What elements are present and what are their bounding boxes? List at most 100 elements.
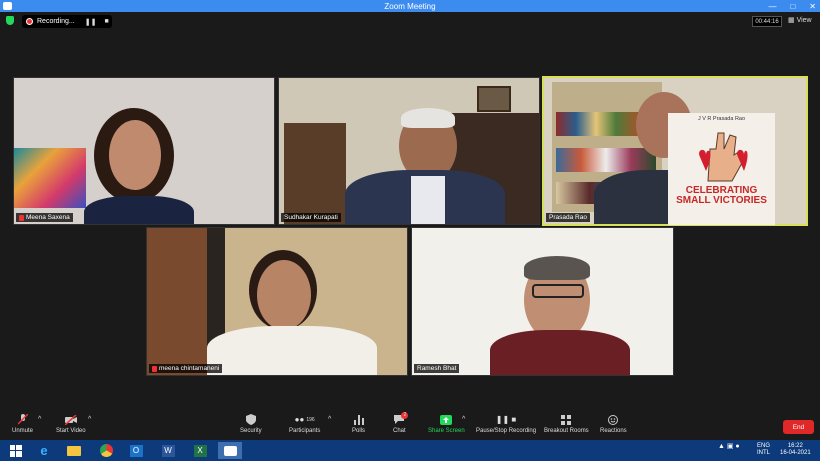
unmute-label: Unmute	[12, 428, 34, 434]
hair	[401, 108, 455, 128]
video-off-icon	[64, 414, 77, 425]
polls-button[interactable]: Polls	[352, 414, 365, 434]
muted-mic-icon	[19, 214, 24, 221]
internet-explorer-icon[interactable]: e	[32, 442, 56, 459]
polls-icon	[353, 414, 365, 425]
glasses	[532, 284, 584, 298]
encryption-shield-icon[interactable]	[6, 16, 14, 25]
windows-start-icon[interactable]	[4, 442, 28, 459]
meeting-top-bar: Recording... ❚❚ ■ 00:44:16 ▦ View	[0, 12, 820, 30]
participants-label: Participants	[289, 428, 321, 434]
mic-muted-icon	[17, 414, 29, 425]
pause-stop-recording-button[interactable]: ❚❚ ■ Pause/Stop Recording	[476, 414, 536, 434]
title-bar: Zoom Meeting — □ ✕	[0, 0, 820, 12]
clock-time: 16:22	[787, 443, 803, 449]
book-author: J V R Prasada Rao	[697, 116, 746, 122]
body	[84, 196, 194, 224]
audio-options-chevron-icon[interactable]: ^	[38, 416, 41, 423]
participant-name-tag: Prasada Rao	[546, 213, 590, 222]
security-label: Security	[240, 428, 262, 434]
shield-icon	[245, 414, 257, 425]
security-button[interactable]: Security	[240, 414, 262, 434]
reactions-button[interactable]: Reactions	[600, 414, 627, 434]
meeting-timer: 00:44:16	[752, 16, 782, 27]
participant-name: Ramesh Bhat	[417, 365, 457, 372]
body	[490, 330, 630, 375]
brick-wall	[147, 228, 207, 375]
video-tile-ramesh-bhat[interactable]: Ramesh Bhat	[411, 227, 674, 376]
excel-icon[interactable]: X	[188, 442, 212, 459]
breakout-rooms-icon	[560, 414, 572, 425]
face	[109, 120, 161, 190]
breakout-rooms-label: Breakout Rooms	[544, 428, 589, 434]
close-icon[interactable]: ✕	[809, 2, 816, 11]
chat-label: Chat	[393, 428, 406, 434]
tray-icons[interactable]: ▲ ▣ ●	[718, 443, 740, 450]
windows-taskbar: e O W X ▲ ▣ ● ENG INTL 16:22 16-04-2021	[0, 440, 820, 461]
view-label: View	[796, 17, 812, 24]
face	[257, 260, 311, 330]
participant-name-tag: meena chintamaneni	[149, 364, 223, 373]
share-screen-label: Share Screen	[428, 428, 465, 434]
participant-name: meena chintamaneni	[159, 365, 220, 372]
word-icon[interactable]: W	[156, 442, 180, 459]
start-video-label: Start Video	[56, 428, 86, 434]
chat-button[interactable]: 2 Chat	[393, 412, 409, 434]
window-controls: — □ ✕	[768, 0, 816, 12]
participant-name-tag: Meena Saxena	[16, 213, 73, 222]
share-screen-button[interactable]: Share Screen	[428, 414, 465, 434]
book-title: CELEBRATING SMALL VICTORIES	[676, 185, 767, 206]
clock-date: 16-04-2021	[780, 450, 811, 456]
stop-recording-icon[interactable]: ■	[104, 18, 108, 25]
chat-icon: 2	[393, 412, 409, 425]
recording-label: Recording...	[37, 18, 75, 25]
hair	[524, 256, 590, 280]
painting	[14, 148, 86, 208]
share-screen-icon	[440, 414, 453, 425]
maximize-icon[interactable]: □	[790, 2, 795, 11]
minimize-icon[interactable]: —	[768, 2, 776, 11]
chrome-icon[interactable]	[94, 442, 118, 459]
participant-name-tag: Sudhakar Kurapati	[281, 213, 341, 222]
start-video-button[interactable]: Start Video	[56, 414, 86, 434]
language-indicator[interactable]: ENG INTL	[757, 443, 770, 457]
muted-mic-icon	[152, 365, 157, 372]
window-title: Zoom Meeting	[384, 1, 436, 11]
meeting-toolbar: Unmute ^ Start Video ^ Security ●● 196 Pa…	[0, 412, 820, 440]
video-tile-meena-saxena[interactable]: Meena Saxena	[13, 77, 275, 225]
zoom-taskbar-icon[interactable]	[218, 442, 242, 459]
pause-recording-label: Pause/Stop Recording	[476, 428, 537, 434]
polls-label: Polls	[352, 428, 366, 434]
book-hands-illustration	[699, 132, 748, 182]
lang-bottom: INTL	[757, 450, 771, 456]
participant-name: Sudhakar Kurapati	[284, 214, 338, 221]
smiley-icon	[607, 414, 619, 425]
clock[interactable]: 16:22 16-04-2021	[780, 443, 811, 457]
participants-button[interactable]: ●● 196 Participants	[289, 414, 320, 434]
breakout-rooms-button[interactable]: Breakout Rooms	[544, 414, 589, 434]
reactions-label: Reactions	[600, 428, 627, 434]
unmute-button[interactable]: Unmute	[12, 414, 33, 434]
view-button[interactable]: ▦ View	[788, 16, 812, 24]
end-meeting-button[interactable]: End	[783, 420, 814, 434]
outlook-icon[interactable]: O	[124, 442, 148, 459]
zoom-app-icon	[3, 2, 12, 10]
book-cover: J V R Prasada Rao CELEBRATING SMALL VICT…	[668, 113, 775, 225]
video-tile-meena-chintamaneni[interactable]: meena chintamaneni	[146, 227, 408, 376]
video-options-chevron-icon[interactable]: ^	[88, 416, 91, 423]
pause-stop-icon: ❚❚ ■	[495, 415, 517, 424]
participant-name: Prasada Rao	[549, 214, 587, 221]
shirt	[411, 176, 445, 224]
share-options-chevron-icon[interactable]: ^	[462, 416, 465, 423]
participants-count: 196	[306, 416, 315, 423]
lang-top: ENG	[757, 443, 771, 449]
wall-frame	[477, 86, 511, 112]
participant-name-tag: Ramesh Bhat	[414, 364, 460, 373]
participants-icon: ●● 196	[294, 415, 315, 424]
file-explorer-icon[interactable]	[62, 442, 86, 459]
recording-indicator: Recording... ❚❚ ■	[22, 15, 112, 28]
pause-recording-icon[interactable]: ❚❚	[85, 18, 97, 26]
video-tile-sudhakar-kurapati[interactable]: Sudhakar Kurapati	[278, 77, 540, 225]
participant-name: Meena Saxena	[26, 214, 70, 221]
participants-chevron-icon[interactable]: ^	[328, 416, 331, 423]
